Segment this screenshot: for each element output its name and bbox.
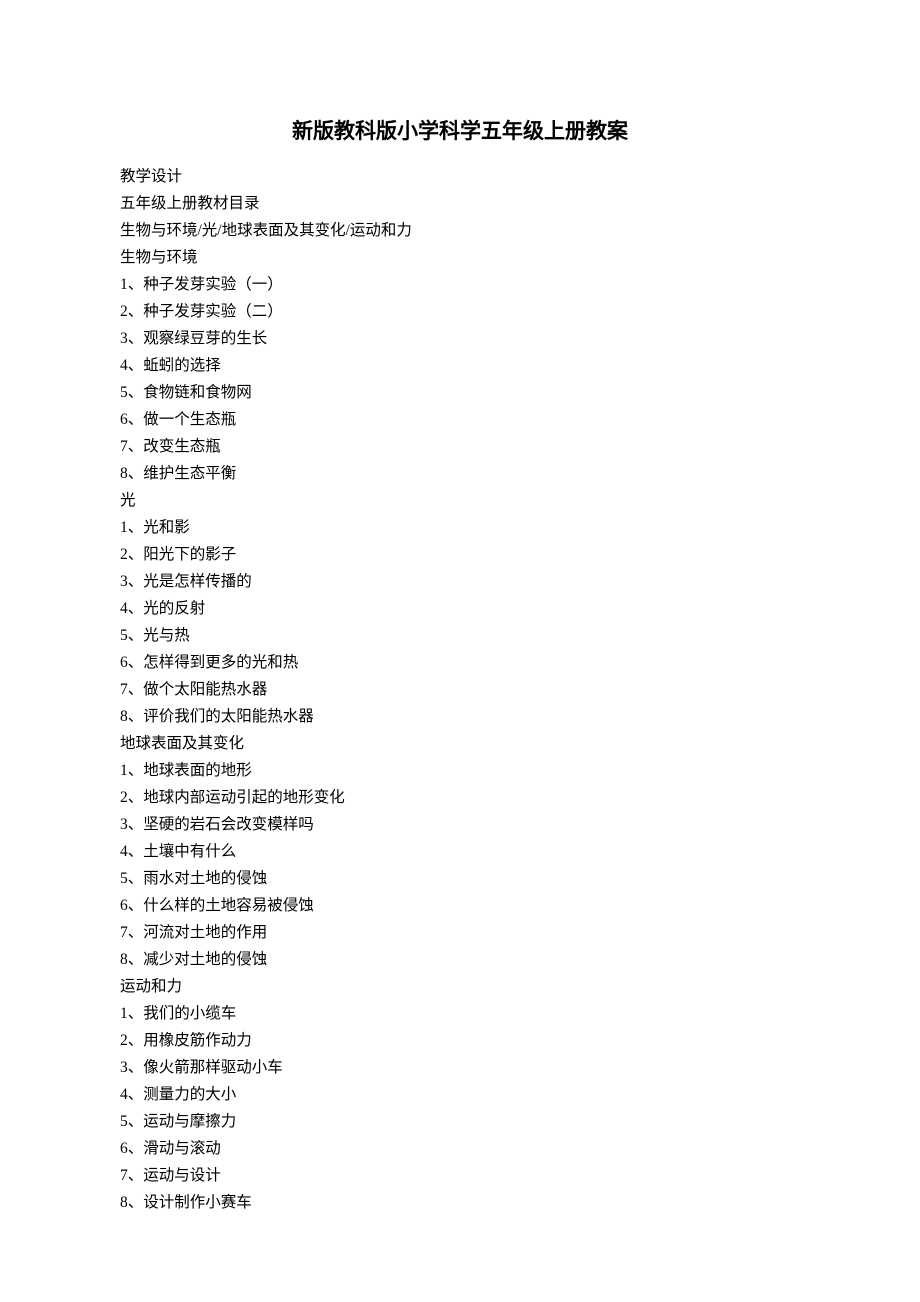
list-item: 4、土壤中有什么	[120, 838, 800, 865]
list-item: 7、河流对土地的作用	[120, 919, 800, 946]
list-item: 8、减少对土地的侵蚀	[120, 946, 800, 973]
section-heading: 地球表面及其变化	[120, 730, 800, 757]
content-body: 教学设计 五年级上册教材目录 生物与环境/光/地球表面及其变化/运动和力 生物与…	[120, 163, 800, 1216]
list-item: 1、地球表面的地形	[120, 757, 800, 784]
list-item: 2、地球内部运动引起的地形变化	[120, 784, 800, 811]
list-item: 4、测量力的大小	[120, 1081, 800, 1108]
list-item: 2、阳光下的影子	[120, 541, 800, 568]
list-item: 4、光的反射	[120, 595, 800, 622]
list-item: 8、维护生态平衡	[120, 460, 800, 487]
list-item: 5、雨水对土地的侵蚀	[120, 865, 800, 892]
list-item: 7、运动与设计	[120, 1162, 800, 1189]
list-item: 3、观察绿豆芽的生长	[120, 325, 800, 352]
list-item: 3、坚硬的岩石会改变模样吗	[120, 811, 800, 838]
section-heading: 光	[120, 487, 800, 514]
list-item: 3、光是怎样传播的	[120, 568, 800, 595]
list-item: 5、光与热	[120, 622, 800, 649]
document-title: 新版教科版小学科学五年级上册教案	[120, 115, 800, 145]
list-item: 2、种子发芽实验（二）	[120, 298, 800, 325]
section-heading: 运动和力	[120, 973, 800, 1000]
list-item: 1、种子发芽实验（一）	[120, 271, 800, 298]
list-item: 7、改变生态瓶	[120, 433, 800, 460]
list-item: 3、像火箭那样驱动小车	[120, 1054, 800, 1081]
list-item: 8、设计制作小赛车	[120, 1189, 800, 1216]
list-item: 5、食物链和食物网	[120, 379, 800, 406]
list-item: 6、怎样得到更多的光和热	[120, 649, 800, 676]
list-item: 6、做一个生态瓶	[120, 406, 800, 433]
text-line: 教学设计	[120, 163, 800, 190]
list-item: 7、做个太阳能热水器	[120, 676, 800, 703]
list-item: 1、光和影	[120, 514, 800, 541]
text-line: 生物与环境/光/地球表面及其变化/运动和力	[120, 217, 800, 244]
text-line: 五年级上册教材目录	[120, 190, 800, 217]
section-heading: 生物与环境	[120, 244, 800, 271]
list-item: 1、我们的小缆车	[120, 1000, 800, 1027]
list-item: 8、评价我们的太阳能热水器	[120, 703, 800, 730]
list-item: 5、运动与摩擦力	[120, 1108, 800, 1135]
list-item: 2、用橡皮筋作动力	[120, 1027, 800, 1054]
list-item: 4、蚯蚓的选择	[120, 352, 800, 379]
list-item: 6、什么样的土地容易被侵蚀	[120, 892, 800, 919]
list-item: 6、滑动与滚动	[120, 1135, 800, 1162]
